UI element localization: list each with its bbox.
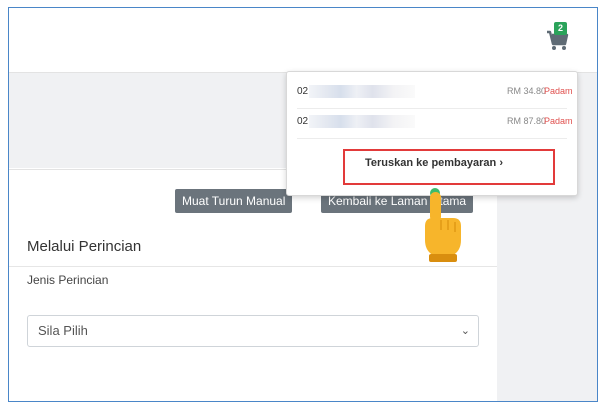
pointer-hand-icon xyxy=(425,188,461,262)
download-manual-button[interactable]: Muat Turun Manual xyxy=(175,189,293,213)
item-code: 02 xyxy=(297,116,309,127)
item-price: RM 87.80 xyxy=(507,116,547,126)
panel-title: Melalui Perincian xyxy=(27,238,142,255)
item-price: RM 34.80 xyxy=(507,86,547,96)
page-frame: 2 Muat Turun Manual Kembali ke Laman Uta… xyxy=(8,7,598,402)
chevron-down-icon: ⌄ xyxy=(460,325,470,337)
top-bar: 2 xyxy=(9,8,597,73)
cart-item: 02 RM 34.80 Padam xyxy=(297,80,573,109)
cart-item: 02 RM 87.80 Padam xyxy=(297,110,573,139)
cart-button[interactable]: 2 xyxy=(545,22,569,52)
item-blurred-text xyxy=(309,85,415,98)
item-code: 02 xyxy=(297,86,309,97)
item-delete-link[interactable]: Padam xyxy=(544,116,573,126)
side-panel xyxy=(497,168,597,401)
type-select[interactable]: Sila Pilih ⌄ xyxy=(27,315,479,347)
item-delete-link[interactable]: Padam xyxy=(544,86,573,96)
divider xyxy=(9,266,497,267)
field-label: Jenis Perincian xyxy=(27,273,109,287)
cart-count-badge: 2 xyxy=(554,22,568,35)
select-value: Sila Pilih xyxy=(38,323,88,338)
item-blurred-text xyxy=(309,115,415,128)
highlight-box xyxy=(343,149,555,185)
